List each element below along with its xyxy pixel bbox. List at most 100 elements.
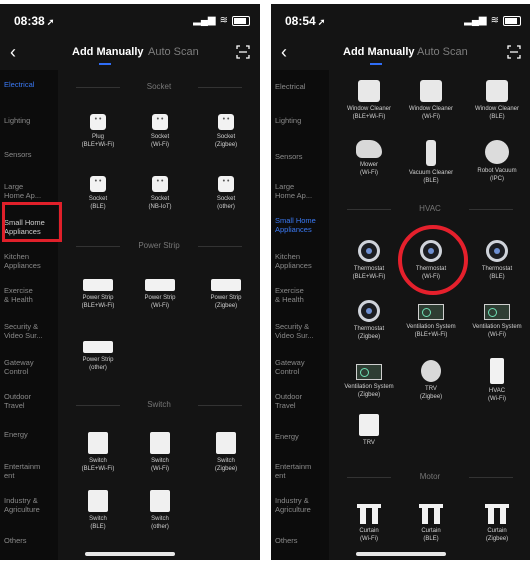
device-item[interactable]: Ventilation System (BLE+Wi-Fi) — [401, 304, 461, 339]
socket-icon — [90, 114, 106, 130]
device-item[interactable]: Window Cleaner (BLE+Wi-Fi) — [339, 80, 399, 121]
sidebar-item-sensors[interactable]: Sensors — [4, 150, 56, 159]
ventilation-icon — [484, 304, 510, 320]
device-item[interactable]: Plug (BLE+Wi-Fi) — [68, 114, 128, 149]
sidebar-item-kitchen[interactable]: Kitchen Appliances — [275, 252, 327, 270]
device-item[interactable]: Power Strip (Wi-Fi) — [130, 276, 190, 310]
top-bar: ‹ Add Manually Auto Scan — [271, 40, 530, 68]
device-item[interactable]: Robot Vacuum (IPC) — [467, 140, 527, 183]
device-item[interactable]: Switch (other) — [130, 490, 190, 531]
sidebar-item-entertainment[interactable]: Entertainm ent — [4, 462, 56, 480]
sidebar-item-security[interactable]: Security & Video Sur... — [4, 322, 56, 340]
device-item[interactable]: Switch (Zigbee) — [196, 432, 256, 473]
device-item[interactable]: Curtain (Wi-Fi) — [339, 504, 399, 543]
device-item[interactable]: Thermostat (BLE+Wi-Fi) — [339, 240, 399, 281]
sidebar-item-industry[interactable]: Industry & Agriculture — [4, 496, 56, 514]
device-item[interactable]: TRV (Zigbee) — [401, 360, 461, 401]
category-sidebar: Electrical Lighting Sensors Large Home A… — [0, 70, 58, 560]
sidebar-item-large-home[interactable]: Large Home Ap... — [4, 182, 56, 200]
top-bar: ‹ Add Manually Auto Scan — [0, 40, 260, 68]
back-arrow-icon[interactable]: ‹ — [10, 42, 16, 63]
sidebar-item-electrical[interactable]: Electrical — [4, 80, 56, 89]
left-screenshot: 08:38 ➚ ▂▄▆ ≋ ‹ Add Manually Auto Scan Ele… — [0, 4, 260, 560]
device-item[interactable]: Switch (BLE) — [68, 490, 128, 531]
switch-icon — [216, 432, 236, 454]
device-item[interactable]: Socket (BLE) — [68, 176, 128, 211]
device-item[interactable]: Window Cleaner (BLE) — [467, 80, 527, 121]
sidebar-item-others[interactable]: Others — [4, 536, 56, 545]
device-item[interactable]: Curtain (BLE) — [401, 504, 461, 543]
status-time: 08:38 ➚ — [14, 14, 55, 28]
sidebar-item-small-home[interactable]: Small Home Appliances — [275, 216, 327, 234]
section-motor: Motor — [329, 472, 530, 481]
sidebar-item-industry[interactable]: Industry & Agriculture — [275, 496, 327, 514]
switch-icon — [150, 490, 170, 512]
device-item[interactable]: HVAC (Wi-Fi) — [467, 358, 527, 403]
device-item[interactable]: Switch (Wi-Fi) — [130, 432, 190, 473]
device-item[interactable]: Socket (NB-IoT) — [130, 176, 190, 211]
tab-add-manually[interactable]: Add Manually — [343, 46, 415, 58]
status-time: 08:54 ➚ — [285, 14, 326, 28]
device-item[interactable]: Socket (Zigbee) — [196, 114, 256, 149]
device-item[interactable]: Ventilation System (Zigbee) — [339, 364, 399, 399]
sidebar-item-kitchen[interactable]: Kitchen Appliances — [4, 252, 56, 270]
device-item[interactable]: Thermostat (BLE) — [467, 240, 527, 281]
trv-icon — [421, 360, 441, 382]
device-item[interactable]: Power Strip (BLE+Wi-Fi) — [68, 276, 128, 310]
sidebar-item-lighting[interactable]: Lighting — [4, 116, 56, 125]
tab-indicator — [370, 63, 382, 65]
device-item[interactable]: Socket (Wi-Fi) — [130, 114, 190, 149]
sidebar-item-outdoor[interactable]: Outdoor Travel — [275, 392, 327, 410]
robot-vacuum-icon — [485, 140, 509, 164]
sidebar-item-exercise[interactable]: Exercise & Health — [4, 286, 56, 304]
tab-add-manually[interactable]: Add Manually — [72, 46, 144, 58]
sidebar-item-others[interactable]: Others — [275, 536, 327, 545]
sidebar-item-gateway[interactable]: Gateway Control — [275, 358, 327, 376]
switch-icon — [88, 432, 108, 454]
sidebar-item-entertainment[interactable]: Entertainm ent — [275, 462, 327, 480]
sidebar-item-exercise[interactable]: Exercise & Health — [275, 286, 327, 304]
device-item[interactable]: Window Cleaner (Wi-Fi) — [401, 80, 461, 121]
status-icons: ▂▄▆ ≋ — [193, 15, 250, 26]
right-screenshot: 08:54 ➚ ▂▄▆ ≋ ‹ Add Manually Auto Scan Ele… — [271, 4, 530, 560]
section-switch: Switch — [58, 400, 260, 409]
sidebar-item-sensors[interactable]: Sensors — [275, 152, 327, 161]
device-item[interactable]: Power Strip (other) — [68, 338, 128, 372]
battery-icon — [503, 15, 521, 26]
tab-auto-scan[interactable]: Auto Scan — [148, 46, 199, 58]
window-cleaner-icon — [420, 80, 442, 102]
sidebar-item-energy[interactable]: Energy — [275, 432, 327, 441]
device-item[interactable]: Power Strip (Zigbee) — [196, 276, 256, 310]
wifi-icon: ≋ — [219, 15, 228, 26]
sidebar-item-lighting[interactable]: Lighting — [275, 116, 327, 125]
device-item[interactable]: Vacuum Cleaner (BLE) — [401, 140, 461, 185]
socket-icon — [90, 176, 106, 192]
device-item[interactable]: Curtain (Zigbee) — [467, 504, 527, 543]
tab-auto-scan[interactable]: Auto Scan — [417, 46, 468, 58]
switch-icon — [150, 432, 170, 454]
sidebar-item-security[interactable]: Security & Video Sur... — [275, 322, 327, 340]
hvac-icon — [490, 358, 504, 384]
window-cleaner-icon — [486, 80, 508, 102]
battery-icon — [232, 15, 250, 26]
scan-icon[interactable] — [236, 45, 250, 59]
back-arrow-icon[interactable]: ‹ — [281, 42, 287, 63]
device-item[interactable]: TRV — [339, 414, 399, 448]
section-power-strip: Power Strip — [58, 241, 260, 250]
device-item[interactable]: Switch (BLE+Wi-Fi) — [68, 432, 128, 473]
device-item[interactable]: Thermostat (Zigbee) — [339, 300, 399, 341]
sidebar-item-electrical[interactable]: Electrical — [275, 82, 327, 91]
device-item[interactable]: Mower (Wi-Fi) — [339, 140, 399, 177]
thermostat-icon — [486, 240, 508, 262]
device-item[interactable]: Socket (other) — [196, 176, 256, 211]
sidebar-item-gateway[interactable]: Gateway Control — [4, 358, 56, 376]
sidebar-item-large-home[interactable]: Large Home Ap... — [275, 182, 327, 200]
sidebar-item-energy[interactable]: Energy — [4, 430, 56, 439]
power-strip-icon — [145, 279, 175, 291]
status-bar: 08:38 ➚ ▂▄▆ ≋ — [0, 4, 260, 40]
ventilation-icon — [418, 304, 444, 320]
signal-icon: ▂▄▆ — [193, 15, 216, 26]
sidebar-item-outdoor[interactable]: Outdoor Travel — [4, 392, 56, 410]
device-item[interactable]: Ventilation System (Wi-Fi) — [467, 304, 527, 339]
scan-icon[interactable] — [507, 45, 521, 59]
